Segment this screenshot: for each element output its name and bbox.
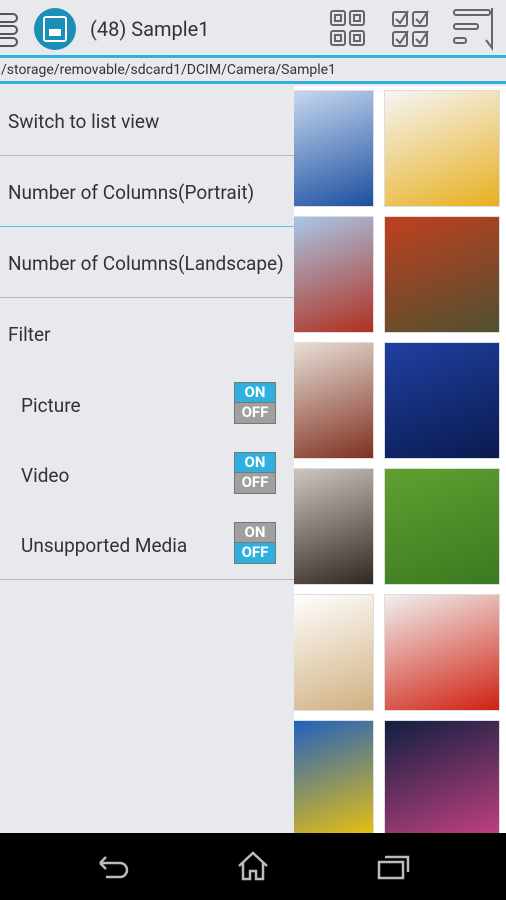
- toggle-on-label: ON: [235, 383, 275, 403]
- thumbnail-coffee-cake[interactable]: [294, 594, 374, 711]
- switch-to-list-view-item[interactable]: Switch to list view: [0, 110, 294, 133]
- thumbnail-night-sea[interactable]: [384, 342, 500, 459]
- drawer-menu-icon[interactable]: [0, 13, 20, 47]
- divider: [0, 579, 294, 580]
- recent-apps-icon[interactable]: [376, 853, 412, 881]
- options-drawer: Switch to list view Number of Columns(Po…: [0, 86, 294, 833]
- columns-portrait-item[interactable]: Number of Columns(Portrait): [0, 181, 294, 204]
- thumbnail-dog-grass[interactable]: [384, 468, 500, 585]
- columns-landscape-item[interactable]: Number of Columns(Landscape): [0, 252, 294, 275]
- folder-title: (48) Sample1: [90, 17, 210, 41]
- toggle-off-label: OFF: [235, 473, 275, 493]
- thumbnail-autumn-tree[interactable]: [384, 216, 500, 333]
- home-icon[interactable]: [236, 851, 270, 881]
- thumbnail-fireworks[interactable]: [384, 720, 500, 833]
- thumbnail-dog-closeup[interactable]: [294, 468, 374, 585]
- toggle-on-label: ON: [235, 523, 275, 543]
- filter-toggle[interactable]: ON OFF: [234, 452, 276, 494]
- filter-toggle[interactable]: ON OFF: [234, 382, 276, 424]
- filter-toggle[interactable]: ON OFF: [234, 522, 276, 564]
- grid-view-icon[interactable]: [329, 9, 367, 49]
- toggle-on-label: ON: [235, 453, 275, 473]
- divider: [0, 155, 294, 156]
- app-logo-icon: [34, 8, 76, 50]
- thumbnail-sunflower[interactable]: [294, 720, 374, 833]
- divider: [0, 226, 294, 227]
- navigation-bar: [0, 833, 506, 900]
- toggle-off-label: OFF: [235, 403, 275, 423]
- back-icon[interactable]: [94, 855, 130, 879]
- thumbnail-flowers-cafe[interactable]: [294, 342, 374, 459]
- folder-path: /storage/removable/sdcard1/DCIM/Camera/S…: [0, 58, 506, 84]
- thumbnail-temple[interactable]: [294, 216, 374, 333]
- thumbnail-red-leaves[interactable]: [384, 594, 500, 711]
- filter-heading: Filter: [8, 323, 51, 346]
- thumbnail-mountain-lake[interactable]: [294, 90, 374, 207]
- action-bar: (48) Sample1: [0, 0, 506, 58]
- thumbnail-grid[interactable]: [294, 86, 506, 833]
- thumbnail-beer-glass[interactable]: [384, 90, 500, 207]
- toggle-off-label: OFF: [235, 543, 275, 563]
- divider: [0, 297, 294, 298]
- select-all-icon[interactable]: [390, 8, 432, 48]
- sort-icon[interactable]: [452, 6, 498, 52]
